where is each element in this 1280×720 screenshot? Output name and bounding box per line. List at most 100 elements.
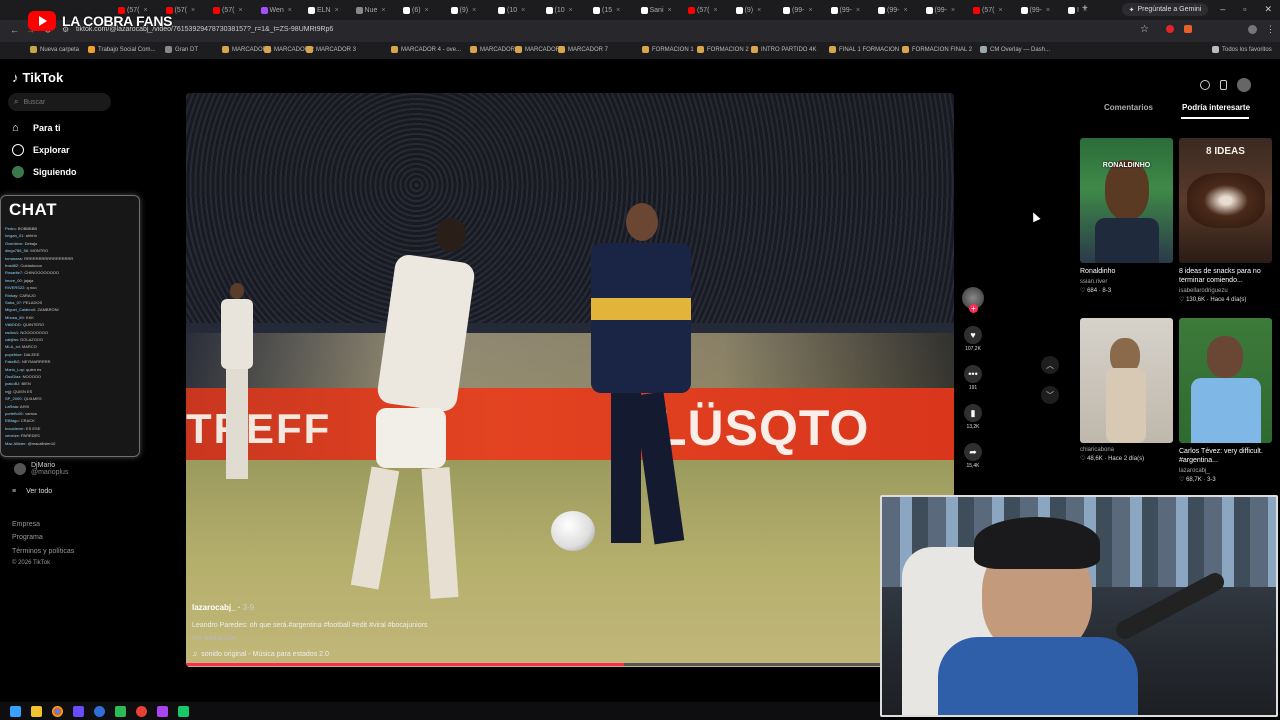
browser-tab[interactable]: (15 ×	[593, 3, 620, 17]
tab-close-icon[interactable]: ×	[757, 7, 761, 14]
minimize-icon[interactable]: –	[1220, 4, 1225, 15]
browser-tab[interactable]: (99- ×	[783, 3, 813, 17]
tab-close-icon[interactable]: ×	[903, 7, 907, 14]
bookmark-item[interactable]: CM Overlay — Dash...	[980, 46, 1050, 53]
tab-close-icon[interactable]: ×	[856, 7, 860, 14]
browser-tab[interactable]: (10 ×	[498, 3, 525, 17]
tab-close-icon[interactable]: ×	[381, 7, 385, 14]
bookmark-item[interactable]: FORMACION 1	[642, 46, 694, 53]
file-explorer-icon[interactable]	[31, 705, 42, 717]
bookmark-item[interactable]: Nueva carpeta	[30, 46, 79, 53]
tiktok-logo[interactable]: ♪ TikTok	[12, 70, 63, 85]
extension-icon[interactable]	[1166, 25, 1174, 33]
bookmark-item[interactable]: MARCADOR 3	[306, 46, 356, 53]
gemini-button[interactable]: ✦ Pregúntale a Gemini	[1122, 3, 1208, 16]
tab-close-icon[interactable]: ×	[521, 7, 525, 14]
bookmark-item[interactable]: FORMACION 2	[697, 46, 749, 53]
recommended-video-card[interactable]: 8 IDEAS 8 ideas de snacks para no termin…	[1179, 138, 1272, 303]
bookmark-star-icon[interactable]: ☆	[1140, 24, 1149, 35]
nav-item-for-you[interactable]: ⌂ Para ti	[12, 122, 61, 134]
footer-link-program[interactable]: Programa	[12, 534, 43, 541]
windows-start-icon[interactable]	[10, 705, 21, 717]
tab-close-icon[interactable]: ×	[951, 7, 955, 14]
video-player[interactable]: TREFF LÜSQTO lazarocabj_ · 3-9 Leandro P…	[186, 93, 954, 667]
app-icon[interactable]	[94, 705, 105, 717]
profile-avatar[interactable]	[1248, 25, 1257, 34]
footer-link-terms[interactable]: Términos y políticas	[12, 548, 74, 555]
recommended-video-card[interactable]: chiaricabona ♡ 48,6K · Hace 2 día(s)	[1080, 318, 1173, 462]
video-progress-bar[interactable]	[186, 663, 954, 666]
comment-button[interactable]: ••• 191	[961, 365, 985, 391]
browser-tab[interactable]: (6) ×	[403, 3, 429, 17]
tab-close-icon[interactable]: ×	[238, 7, 242, 14]
bookmark-item[interactable]: INTRO PARTIDO 4K	[751, 46, 816, 53]
tab-close-icon[interactable]: ×	[713, 7, 717, 14]
coin-icon[interactable]	[1200, 80, 1210, 90]
nav-item-following[interactable]: Siguiendo	[12, 166, 77, 178]
profile-avatar[interactable]	[1237, 78, 1251, 92]
tab-close-icon[interactable]: ×	[616, 7, 620, 14]
tab-close-icon[interactable]: ×	[425, 7, 429, 14]
bookmark-item[interactable]: MARCADOR 4 - ove...	[391, 46, 461, 53]
tab-close-icon[interactable]: ×	[998, 7, 1002, 14]
menu-icon[interactable]: ⋮	[1266, 24, 1275, 35]
maximize-icon[interactable]: ▫	[1243, 4, 1246, 15]
tab-close-icon[interactable]: ×	[569, 7, 573, 14]
tab-close-icon[interactable]: ×	[668, 7, 672, 14]
browser-tab[interactable]: (99- ×	[878, 3, 908, 17]
browser-tab[interactable]: (57(×	[213, 3, 243, 17]
following-account[interactable]: DjMario @marioplus	[14, 462, 68, 476]
previous-video-button[interactable]: ︿	[1041, 356, 1059, 374]
nav-item-explore[interactable]: Explorar	[12, 144, 70, 156]
see-all-link[interactable]: ≡ Ver todo	[12, 488, 52, 495]
next-video-button[interactable]: ﹀	[1041, 386, 1059, 404]
browser-tab[interactable]: (10 ×	[545, 3, 573, 17]
address-bar[interactable]: ← → ↻ ⚙ tiktok.com/@lazarocabj_/video/76…	[0, 20, 1280, 42]
tab-close-icon[interactable]: ×	[191, 7, 195, 14]
browser-tab[interactable]: (99- ×	[1020, 3, 1050, 17]
tab-close-icon[interactable]: ×	[472, 7, 476, 14]
browser-tab[interactable]: (9) ×	[450, 3, 476, 17]
tab-close-icon[interactable]: ×	[288, 7, 292, 14]
share-button[interactable]: ➦ 15,4K	[961, 443, 985, 469]
extension-icon[interactable]	[1184, 25, 1192, 33]
tab-close-icon[interactable]: ×	[335, 7, 339, 14]
browser-tab[interactable]: Sani ×	[640, 3, 672, 17]
browser-tab[interactable]: (57(×	[688, 3, 718, 17]
browser-tab[interactable]: (9) ×	[735, 3, 761, 17]
save-button[interactable]: ▮ 13,2K	[961, 404, 985, 430]
browser-tab[interactable]: (99- ×	[925, 3, 955, 17]
video-author[interactable]: lazarocabj_ · 3-9	[192, 603, 254, 612]
app-icon[interactable]	[73, 705, 84, 717]
recommended-video-card[interactable]: RONALDINHO Ronaldinho ssian.river ♡ 684 …	[1080, 138, 1173, 294]
bookmark-item[interactable]: FINAL 1 FORMACION	[829, 46, 899, 53]
app-icon[interactable]	[136, 705, 147, 717]
recommended-video-card[interactable]: Carlos Tévez: very difficult. #argentina…	[1179, 318, 1272, 483]
bookmark-item[interactable]: FORMACION FINAL 2	[902, 46, 972, 53]
back-icon[interactable]: ←	[10, 25, 19, 35]
all-bookmarks[interactable]: Todos los favoritos	[1212, 46, 1272, 53]
chrome-icon[interactable]	[52, 705, 63, 717]
sound-link[interactable]: ♫ sonido original - Música para estados …	[192, 651, 329, 658]
like-button[interactable]: ♥ 107,2K	[961, 326, 985, 352]
new-tab-icon[interactable]: +	[1082, 3, 1088, 14]
bookmark-item[interactable]: MARCADOR 7	[558, 46, 608, 53]
phone-icon[interactable]	[1220, 80, 1227, 90]
browser-tab[interactable]: Wen ×	[260, 3, 292, 17]
tab-close-icon[interactable]: ×	[808, 7, 812, 14]
bookmark-item[interactable]: MARCADOR 5	[470, 46, 520, 53]
app-icon[interactable]	[115, 705, 126, 717]
browser-tab[interactable]: ELN ×	[308, 3, 339, 17]
app-icon[interactable]	[157, 705, 168, 717]
tab-close-icon[interactable]: ×	[1046, 7, 1050, 14]
tab-comments[interactable]: Comentarios	[1104, 103, 1153, 112]
app-icon[interactable]	[178, 705, 189, 717]
browser-tab[interactable]: Nue ×	[355, 3, 385, 17]
bookmark-item[interactable]: Trabajo Social Com...	[88, 46, 155, 53]
tab-might-interest[interactable]: Podría interesarte	[1182, 103, 1250, 112]
close-icon[interactable]: ✕	[1264, 4, 1272, 15]
footer-link-company[interactable]: Empresa	[12, 521, 40, 528]
translate-link[interactable]: Ver traducción	[192, 635, 237, 642]
browser-tab[interactable]: (57(×	[973, 3, 1003, 17]
search-input[interactable]: ⌕ Buscar	[8, 93, 111, 111]
